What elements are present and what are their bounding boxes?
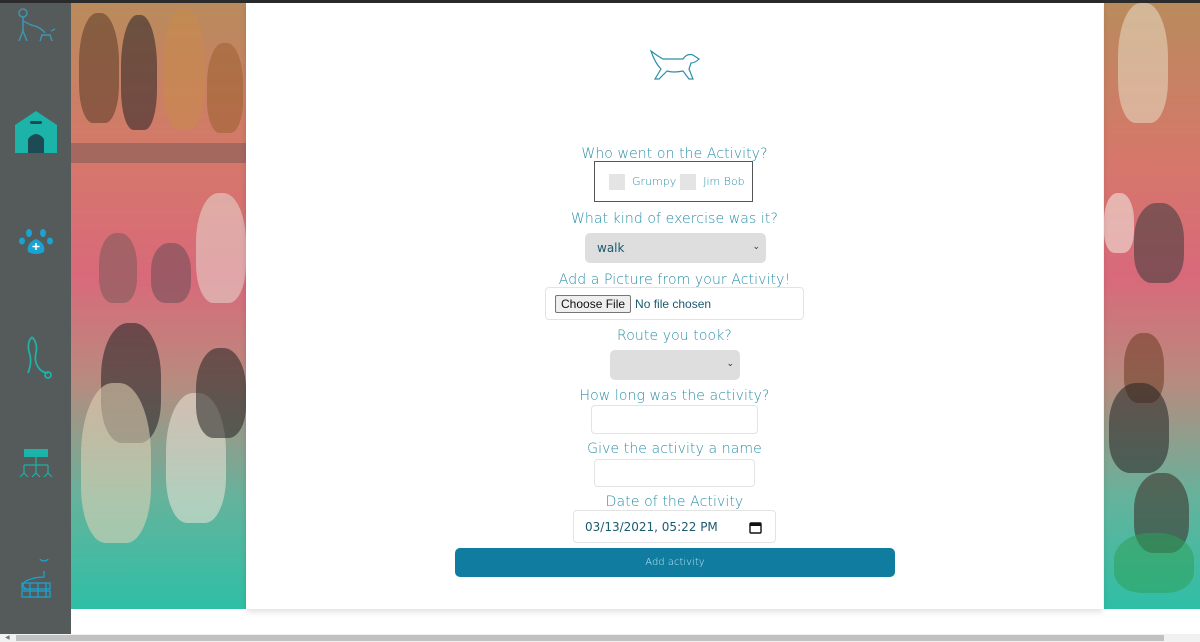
hierarchy-icon xyxy=(19,449,52,478)
dog-checkbox-group: Grumpy Jim Bob xyxy=(594,161,753,202)
sidebar-nav xyxy=(0,3,71,634)
dog-walker-icon xyxy=(17,8,55,42)
scroll-left-arrow-icon[interactable]: ◀ xyxy=(5,634,10,641)
date-input-value: 03/13/2021, 05:22 PM xyxy=(585,519,718,534)
checkbox-grumpy[interactable] xyxy=(609,173,625,190)
paw-icon xyxy=(18,229,53,254)
sidebar-item-home[interactable] xyxy=(0,109,71,157)
activity-name-input[interactable] xyxy=(594,459,755,487)
checkbox-label: Grumpy xyxy=(632,175,677,188)
checkbox-label: Jim Bob xyxy=(703,175,745,188)
sidebar-item-dogs[interactable] xyxy=(0,225,71,261)
exercise-select-value: walk xyxy=(597,241,625,255)
date-label: Date of the Activity xyxy=(605,494,744,510)
sidebar-item-activities[interactable] xyxy=(0,333,71,383)
horizontal-scrollbar[interactable]: ◀ xyxy=(0,634,1200,642)
dog-house-icon xyxy=(14,111,57,153)
scrollbar-thumb[interactable] xyxy=(16,635,1164,641)
dog-group-photo-right xyxy=(1104,3,1200,609)
activity-name-label: Give the activity a name xyxy=(587,441,762,457)
calendar-icon[interactable] xyxy=(749,521,762,534)
picture-file-input[interactable]: Choose File No file chosen xyxy=(545,287,804,320)
exercise-select[interactable]: walk ⌄ xyxy=(585,233,766,263)
add-activity-form: Who went on the Activity? Grumpy Jim Bob… xyxy=(246,3,1103,609)
dog-logo-icon xyxy=(649,49,700,80)
checkbox-jim-bob[interactable] xyxy=(680,173,697,190)
duration-label: How long was the activity? xyxy=(579,388,770,404)
route-map-icon xyxy=(20,559,51,598)
file-status: No file chosen xyxy=(635,296,712,311)
route-label: Route you took? xyxy=(617,328,732,344)
exercise-label: What kind of exercise was it? xyxy=(570,211,779,227)
chevron-down-icon: ⌄ xyxy=(752,242,760,252)
dog-group-photo-left xyxy=(71,3,246,609)
date-input[interactable]: 03/13/2021, 05:22 PM xyxy=(573,510,776,543)
sidebar-item-routes[interactable] xyxy=(0,559,71,605)
chevron-down-icon: ⌄ xyxy=(726,359,734,369)
who-label: Who went on the Activity? xyxy=(581,146,768,162)
route-select[interactable]: ⌄ xyxy=(610,350,740,380)
duration-input[interactable] xyxy=(591,405,758,434)
sidebar-item-groups[interactable] xyxy=(0,447,71,485)
page-background xyxy=(71,609,1200,634)
leash-icon xyxy=(26,336,52,379)
choose-file-button[interactable]: Choose File xyxy=(555,294,632,313)
sidebar-item-walkers[interactable] xyxy=(0,5,71,49)
add-activity-button[interactable]: Add activity xyxy=(455,548,895,577)
picture-label: Add a Picture from your Activity! xyxy=(558,272,791,288)
